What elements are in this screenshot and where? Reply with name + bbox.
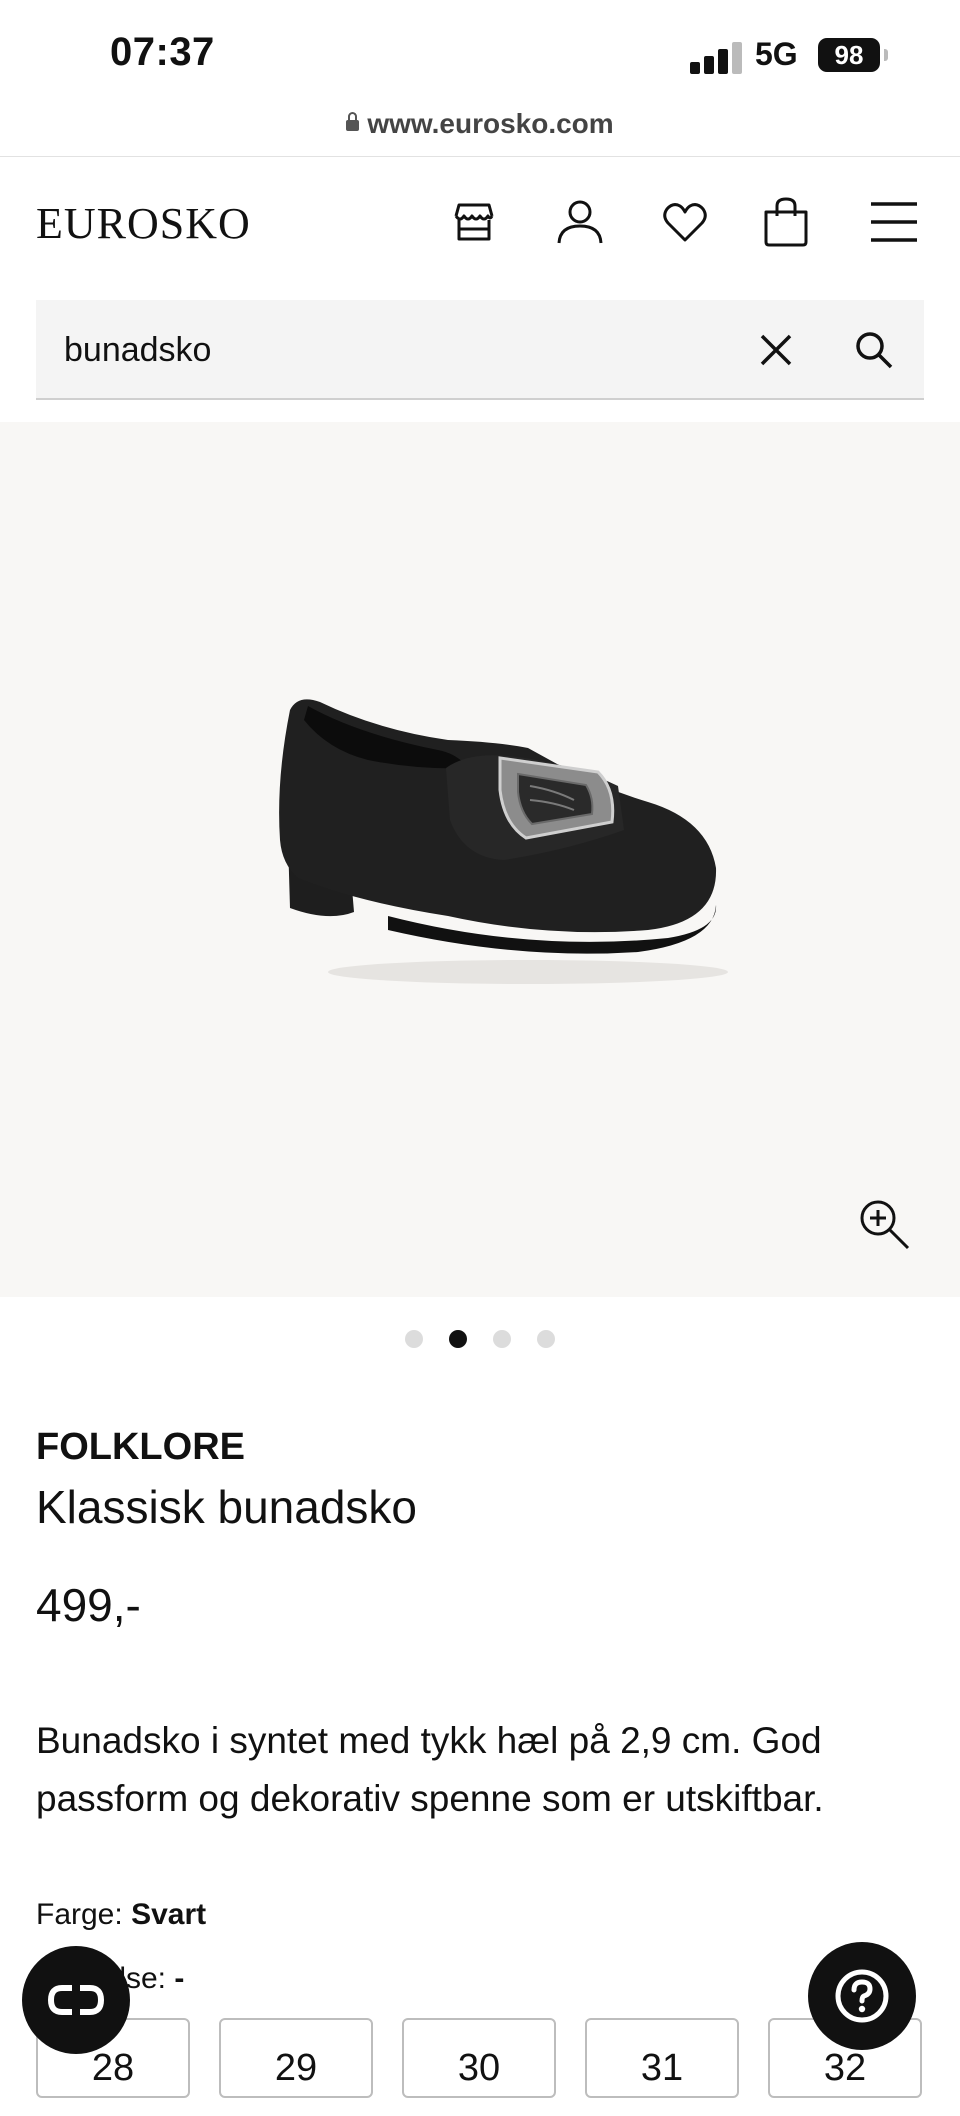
product-image[interactable] [268,690,728,1000]
signal-icon [690,40,742,74]
status-bar: 07:37 5G 98 [0,0,960,110]
network-type: 5G [755,36,798,72]
help-button[interactable] [808,1942,916,2050]
gallery-dot[interactable] [493,1330,511,1348]
chat-widget-button[interactable] [22,1946,130,2054]
product-price: 499,- [36,1579,141,1631]
heart-icon[interactable] [659,196,711,248]
size-option[interactable]: 30 [402,2018,556,2098]
product-description: Bunadsko i syntet med tykk hæl på 2,9 cm… [36,1720,824,1819]
user-icon[interactable] [554,196,606,248]
lock-icon [346,112,360,131]
close-icon [760,334,792,366]
divider [0,156,960,157]
gallery-dot-active[interactable] [449,1330,467,1348]
color-row: Farge: Svart [36,1898,206,1932]
product-name: Klassisk bunadsko [36,1481,417,1533]
size-option[interactable]: 31 [585,2018,739,2098]
search-bar [36,300,924,400]
color-label: Farge: [36,1898,123,1931]
search-button[interactable] [852,328,896,372]
url-bar[interactable]: www.eurosko.com [0,108,960,154]
size-selector: 28 29 30 31 32 [36,2018,924,2098]
menu-icon[interactable] [868,196,920,248]
battery-icon: 98 [818,38,880,72]
size-option[interactable]: 29 [219,2018,373,2098]
zoom-in-icon [860,1200,910,1250]
site-logo[interactable]: EUROSKO [36,198,251,249]
clear-search-button[interactable] [754,328,798,372]
color-value: Svart [131,1898,207,1931]
search-input[interactable] [62,324,746,376]
zoom-button[interactable] [858,1198,912,1252]
product-brand[interactable]: FOLKLORE [36,1426,245,1469]
gallery-dot[interactable] [405,1330,423,1348]
store-icon[interactable] [448,196,500,248]
bag-icon[interactable] [760,196,812,248]
battery-tip [884,49,888,61]
status-time: 07:37 [110,30,215,74]
url-text: www.eurosko.com [367,108,614,139]
gallery-pagination [0,1330,960,1354]
search-icon [856,332,893,369]
size-value: - [174,1962,185,1995]
link-icon [47,1985,105,2015]
gallery-dot[interactable] [537,1330,555,1348]
question-icon [835,1969,889,2023]
